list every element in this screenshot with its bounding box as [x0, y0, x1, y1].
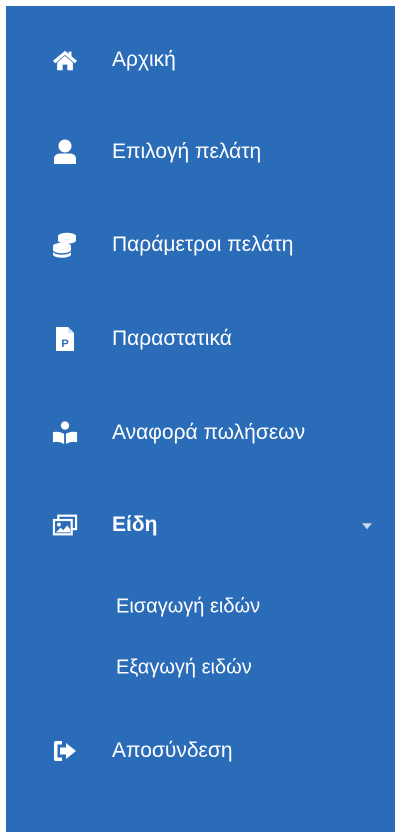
document-icon: P	[52, 326, 78, 352]
home-icon	[52, 47, 78, 73]
sign-out-icon	[52, 738, 78, 764]
submenu-item-import-items[interactable]: Εισαγωγή ειδών	[6, 585, 395, 629]
sidebar-item-label: Παραστατικά	[112, 327, 232, 350]
sidebar-item-documents[interactable]: P Παραστατικά	[6, 309, 395, 369]
images-icon	[52, 512, 78, 538]
sidebar-item-label: Είδη	[112, 513, 158, 536]
sidebar-item-items[interactable]: Είδη	[6, 495, 395, 555]
sidebar-item-select-customer[interactable]: Επιλογή πελάτη	[6, 122, 395, 182]
sidebar-item-label: Παράμετροι πελάτη	[112, 233, 294, 256]
svg-text:P: P	[61, 338, 68, 350]
submenu-item-label: Εξαγωγή ειδών	[116, 656, 252, 679]
reader-icon	[52, 420, 78, 446]
submenu-item-label: Εισαγωγή ειδών	[116, 595, 261, 618]
sidebar-menu: Αρχική Επιλογή πελάτη Παράμετροι πελάτη	[6, 6, 395, 832]
sidebar-item-label: Αποσύνδεση	[112, 739, 233, 762]
sidebar-item-customer-parameters[interactable]: Παράμετροι πελάτη	[6, 215, 395, 275]
sidebar-item-logout[interactable]: Αποσύνδεση	[6, 721, 395, 781]
coins-icon	[52, 232, 78, 258]
sidebar-item-label: Επιλογή πελάτη	[112, 140, 262, 163]
submenu-item-export-items[interactable]: Εξαγωγή ειδών	[6, 646, 395, 690]
user-icon	[52, 139, 78, 165]
sidebar-item-label: Αναφορά πωλήσεων	[112, 421, 306, 444]
sidebar-item-home[interactable]: Αρχική	[6, 30, 395, 90]
sidebar-item-sales-report[interactable]: Αναφορά πωλήσεων	[6, 403, 395, 463]
chevron-down-icon[interactable]	[362, 523, 372, 530]
sidebar-item-label: Αρχική	[112, 48, 176, 71]
